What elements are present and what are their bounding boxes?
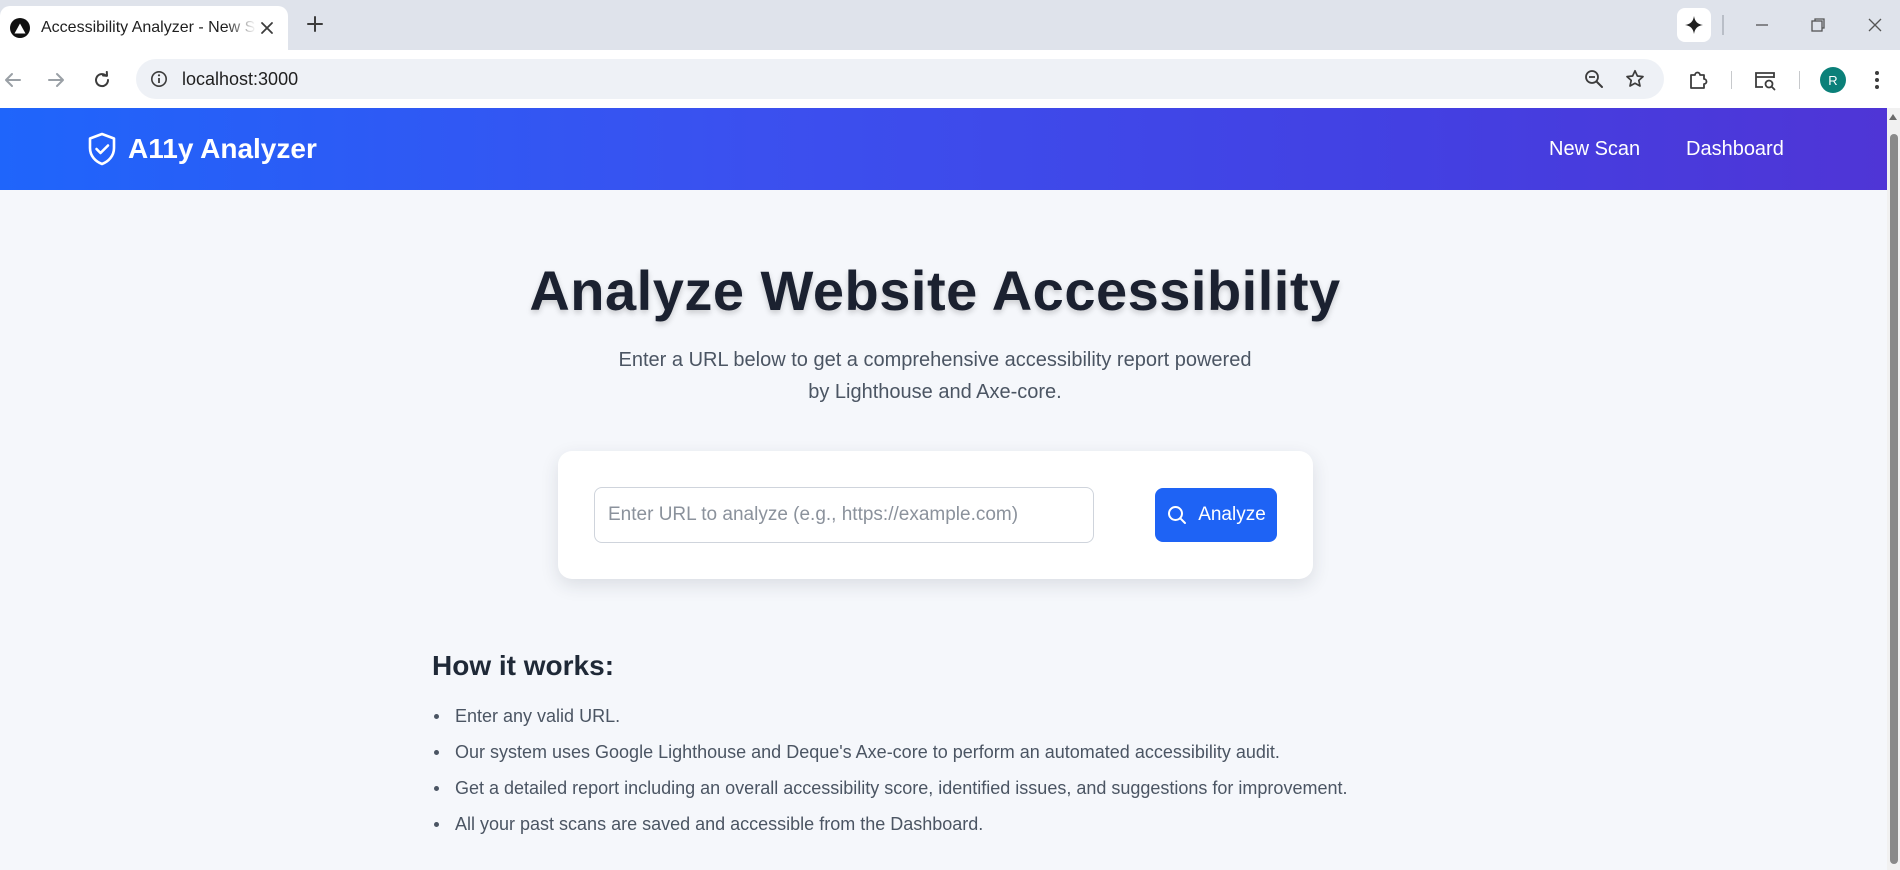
arrow-left-icon[interactable]	[0, 67, 26, 93]
page-title: Analyze Website Accessibility	[529, 259, 1341, 322]
list-item: Enter any valid URL.	[432, 698, 1347, 734]
browser-tab[interactable]: Accessibility Analyzer - New Scan	[0, 6, 288, 50]
sparkle-icon[interactable]	[1677, 8, 1711, 42]
scroll-up-arrow-icon[interactable]	[1889, 114, 1897, 120]
toolbar-divider	[1731, 71, 1732, 89]
url-input[interactable]	[594, 487, 1094, 543]
puzzle-icon[interactable]	[1685, 67, 1711, 93]
tab-search-icon[interactable]	[1752, 67, 1778, 93]
scan-form-card: Analyze	[558, 451, 1313, 579]
app-header: A11y Analyzer New Scan Dashboard	[0, 108, 1887, 190]
tab-strip-divider	[1722, 15, 1724, 35]
page-subtitle: Enter a URL below to get a comprehensive…	[618, 349, 1252, 403]
scrollbar-thumb[interactable]	[1890, 134, 1898, 864]
page-viewport: A11y Analyzer New Scan Dashboard Analyze…	[0, 108, 1887, 870]
toolbar-divider	[1799, 71, 1800, 89]
address-bar-url[interactable]: localhost:3000	[182, 69, 298, 90]
kebab-menu-icon[interactable]	[1864, 67, 1890, 93]
info-icon[interactable]	[148, 68, 170, 90]
close-window-icon[interactable]	[1862, 12, 1888, 38]
how-it-works-list: Enter any valid URL. Our system uses Goo…	[432, 698, 1347, 842]
restore-icon[interactable]	[1805, 12, 1831, 38]
nav-link-dashboard[interactable]: Dashboard	[1686, 138, 1784, 161]
search-icon	[1166, 504, 1188, 526]
how-it-works-title: How it works:	[432, 650, 615, 681]
analyze-button-label: Analyze	[1198, 504, 1266, 525]
browser-toolbar: localhost:3000 R	[0, 50, 1900, 108]
page-scrollbar[interactable]	[1887, 108, 1900, 870]
arrow-right-icon[interactable]	[43, 67, 69, 93]
star-icon[interactable]	[1623, 67, 1647, 91]
browser-tab-strip: Accessibility Analyzer - New Scan	[0, 0, 1900, 50]
plus-icon[interactable]	[303, 12, 327, 36]
brand[interactable]: A11y Analyzer	[86, 132, 317, 166]
analyze-button[interactable]: Analyze	[1155, 488, 1277, 542]
address-bar[interactable]: localhost:3000	[136, 59, 1664, 99]
list-item: All your past scans are saved and access…	[432, 806, 1347, 842]
tab-title: Accessibility Analyzer - New Scan	[41, 19, 256, 36]
minimize-icon[interactable]	[1749, 12, 1775, 38]
reload-icon[interactable]	[89, 67, 115, 93]
brand-name: A11y Analyzer	[128, 133, 317, 164]
shield-check-icon	[86, 132, 118, 166]
triangle-logo-icon	[10, 18, 30, 38]
close-icon[interactable]	[256, 17, 278, 39]
list-item: Our system uses Google Lighthouse and De…	[432, 734, 1347, 770]
zoom-out-icon[interactable]	[1582, 67, 1606, 91]
list-item: Get a detailed report including an overa…	[432, 770, 1347, 806]
profile-avatar[interactable]: R	[1820, 67, 1846, 93]
nav-link-new-scan[interactable]: New Scan	[1549, 138, 1640, 161]
